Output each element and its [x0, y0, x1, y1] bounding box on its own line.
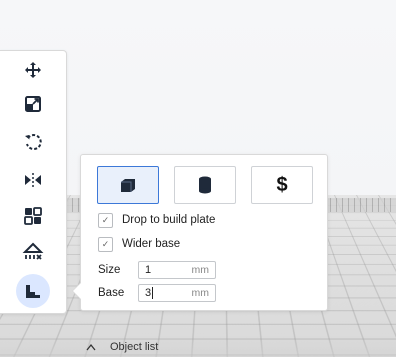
size-value: 1 [145, 264, 152, 276]
drop-to-build-plate-checkbox[interactable]: ✓ [98, 212, 113, 228]
scale-tool-button[interactable] [14, 89, 52, 119]
base-input[interactable]: 3 mm [138, 284, 216, 302]
base-value: 3 [145, 287, 152, 300]
text-caret [152, 286, 154, 299]
size-unit: mm [191, 264, 210, 276]
chevron-up-icon [86, 343, 96, 351]
support-blocker-icon [22, 242, 44, 260]
mirror-icon [25, 173, 41, 187]
base-icon [26, 285, 40, 298]
cylinder-icon [199, 176, 211, 194]
base-type-dollar-button[interactable]: $ [251, 166, 313, 204]
drop-to-build-plate-label: Drop to build plate [122, 214, 216, 226]
base-type-cylinder-button[interactable] [174, 166, 236, 204]
move-tool-button[interactable] [14, 55, 52, 85]
mirror-tool-button[interactable] [14, 165, 52, 195]
panel-pointer [73, 283, 81, 299]
object-list-label: Object list [110, 341, 159, 353]
per-model-settings-tool-button[interactable] [14, 201, 52, 231]
scale-icon [25, 96, 41, 112]
wider-base-row[interactable]: ✓ Wider base [98, 235, 180, 253]
size-label: Size [98, 264, 121, 276]
per-model-settings-icon [24, 207, 42, 225]
rotate-icon [25, 134, 42, 151]
base-unit: mm [191, 287, 210, 299]
wider-base-checkbox[interactable]: ✓ [98, 236, 113, 252]
object-list-toggle[interactable]: Object list [86, 338, 158, 356]
drop-to-build-plate-row[interactable]: ✓ Drop to build plate [98, 211, 215, 229]
base-type-cube-button[interactable] [97, 166, 159, 204]
base-row: Base 3 mm [98, 283, 216, 303]
cube-icon [121, 179, 135, 192]
move-icon [25, 62, 41, 78]
tool-sidebar [0, 50, 67, 314]
base-label: Base [98, 287, 125, 299]
size-input[interactable]: 1 mm [138, 261, 216, 279]
size-row: Size 1 mm [98, 260, 216, 280]
base-settings-panel: $ ✓ Drop to build plate ✓ Wider base Siz… [73, 154, 328, 311]
rotate-tool-button[interactable] [14, 127, 52, 157]
support-blocker-tool-button[interactable] [14, 237, 52, 267]
wider-base-label: Wider base [122, 238, 181, 250]
viewport-floor [0, 336, 396, 357]
dollar-icon: $ [276, 173, 288, 196]
base-settings-tool-button[interactable] [16, 274, 50, 308]
